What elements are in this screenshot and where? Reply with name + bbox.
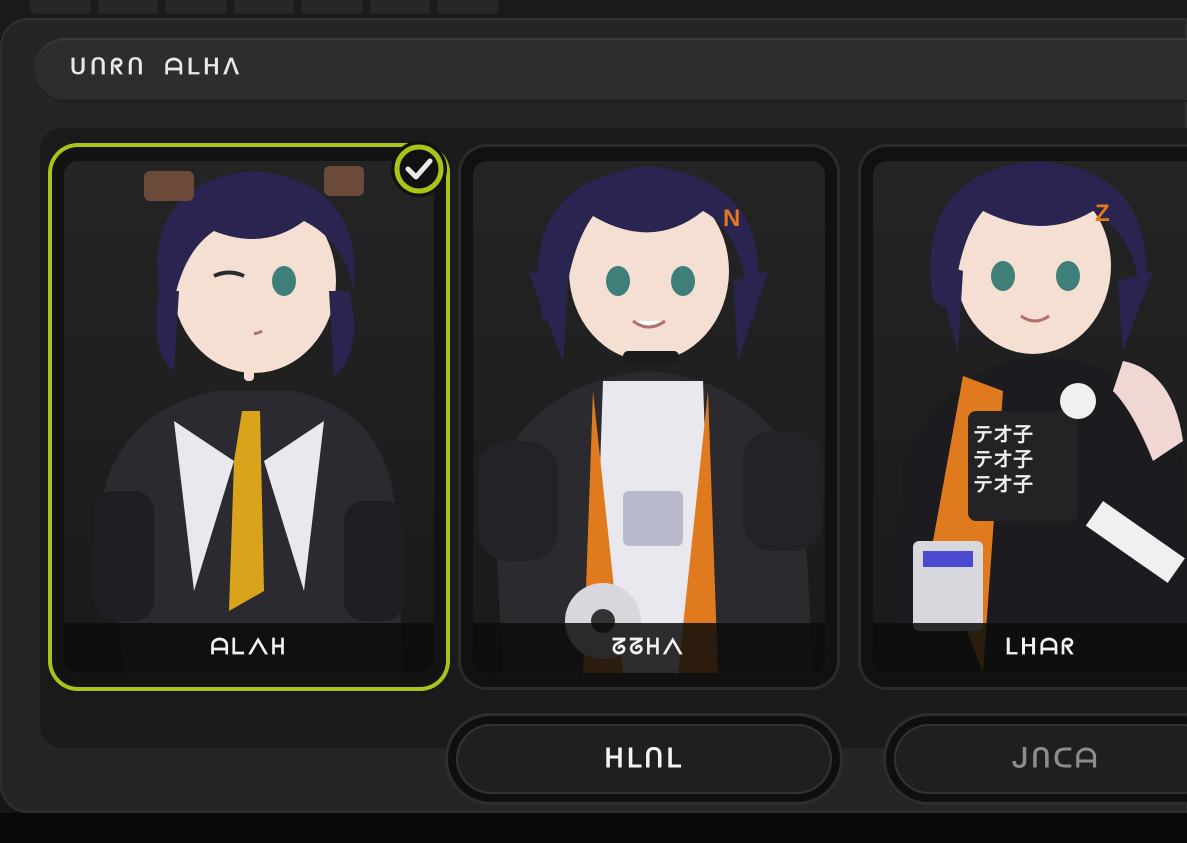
svg-text:テオ子: テオ子 <box>973 474 1033 496</box>
confirm-button-label: ᕼᒪᑎᒪ <box>456 724 832 794</box>
character-name-3: ᒪᕼᗩᖇ <box>873 623 1187 673</box>
character-portrait-2: N ᘔᘔᕼᐱ <box>473 161 825 673</box>
character-select-screen: ᑌᑎᖇᑎ ᗩᒪᕼᐱ ᗩᒪᐱᕼ N ᘔᘔᕼᐱ テオ子 テオ子 テオ子 Z ᒪᕼᗩᖇ… <box>0 0 1187 843</box>
character-name-2: ᘔᘔᕼᐱ <box>473 623 825 673</box>
character-art-2: N <box>478 166 823 673</box>
character-card-1[interactable]: ᗩᒪᐱᕼ <box>52 147 446 687</box>
character-portrait-3: テオ子 テオ子 テオ子 Z ᒪᕼᗩᖇ <box>873 161 1187 673</box>
header-decoration <box>30 0 500 14</box>
cancel-button[interactable]: ᒍᑎᑕᗩ <box>886 716 1187 802</box>
character-name-1: ᗩᒪᐱᕼ <box>64 623 434 673</box>
cancel-button-label: ᒍᑎᑕᗩ <box>894 724 1187 794</box>
svg-text:テオ子: テオ子 <box>973 449 1033 471</box>
panel-title: ᑌᑎᖇᑎ ᗩᒪᕼᐱ <box>70 55 243 80</box>
character-card-2[interactable]: N ᘔᘔᕼᐱ <box>461 147 837 687</box>
character-art-3: テオ子 テオ子 テオ子 Z <box>893 161 1187 673</box>
character-portrait-1: ᗩᒪᐱᕼ <box>64 161 434 673</box>
svg-text:テオ子: テオ子 <box>973 424 1033 446</box>
selected-check-badge <box>391 141 447 197</box>
confirm-button[interactable]: ᕼᒪᑎᒪ <box>448 716 840 802</box>
shirt-print-icon: テオ子 テオ子 テオ子 <box>973 424 1033 496</box>
svg-text:N: N <box>723 205 740 232</box>
check-circle-icon <box>394 144 444 194</box>
character-art-1 <box>94 166 404 673</box>
bottom-strip <box>0 813 1187 843</box>
svg-text:Z: Z <box>1095 200 1110 227</box>
character-card-3[interactable]: テオ子 テオ子 テオ子 Z ᒪᕼᗩᖇ <box>861 147 1187 687</box>
